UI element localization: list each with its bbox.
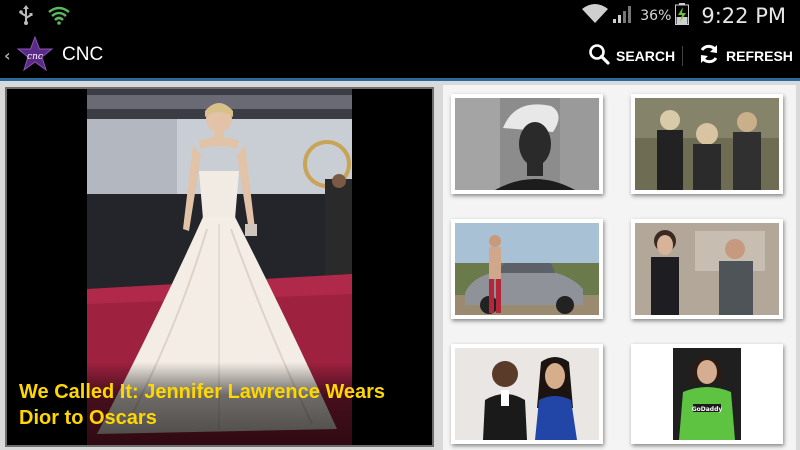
content-area: We Called It: Jennifer Lawrence Wears Di… bbox=[0, 81, 800, 450]
search-button[interactable]: SEARCH bbox=[588, 43, 675, 68]
action-bar: ‹ cnc CNC SEARCH REFRESH bbox=[0, 32, 800, 78]
svg-text:cnc: cnc bbox=[27, 52, 43, 62]
svg-text:GoDaddy: GoDaddy bbox=[692, 406, 723, 413]
refresh-label: REFRESH bbox=[726, 47, 793, 64]
usb-icon bbox=[18, 5, 34, 29]
back-chevron-icon[interactable]: ‹ bbox=[4, 46, 11, 65]
thumbnail-3[interactable] bbox=[451, 219, 603, 319]
thumbnail-image bbox=[635, 223, 779, 315]
thumbnail-image: GoDaddy bbox=[635, 348, 779, 440]
clock: 9:22 PM bbox=[701, 4, 786, 28]
signal-icon bbox=[612, 4, 632, 28]
thumbnail-4[interactable] bbox=[631, 219, 783, 319]
search-label: SEARCH bbox=[616, 47, 676, 64]
refresh-icon bbox=[698, 43, 720, 68]
battery-charging-icon bbox=[675, 3, 690, 29]
app-logo[interactable]: cnc bbox=[16, 35, 54, 74]
action-divider bbox=[682, 46, 683, 66]
search-icon bbox=[588, 43, 610, 68]
refresh-button[interactable]: REFRESH bbox=[698, 43, 793, 68]
status-bar: 36% 9:22 PM bbox=[0, 0, 800, 32]
thumbnail-5[interactable] bbox=[451, 344, 603, 444]
wifi-sync-icon bbox=[48, 5, 70, 29]
thumbnail-6[interactable]: GoDaddy bbox=[631, 344, 783, 444]
thumbnail-image bbox=[455, 98, 599, 190]
thumbnail-image bbox=[635, 98, 779, 190]
featured-caption: We Called It: Jennifer Lawrence Wears Di… bbox=[19, 381, 386, 429]
thumbnail-1[interactable] bbox=[451, 94, 603, 194]
wifi-icon bbox=[582, 4, 609, 28]
app-title: CNC bbox=[62, 44, 104, 65]
thumbnail-image bbox=[455, 348, 599, 440]
thumbnail-grid: GoDaddy bbox=[443, 85, 796, 450]
featured-story[interactable]: We Called It: Jennifer Lawrence Wears Di… bbox=[5, 87, 434, 447]
thumbnail-2[interactable] bbox=[631, 94, 783, 194]
battery-percent: 36% bbox=[640, 8, 672, 24]
thumbnail-image bbox=[455, 223, 599, 315]
